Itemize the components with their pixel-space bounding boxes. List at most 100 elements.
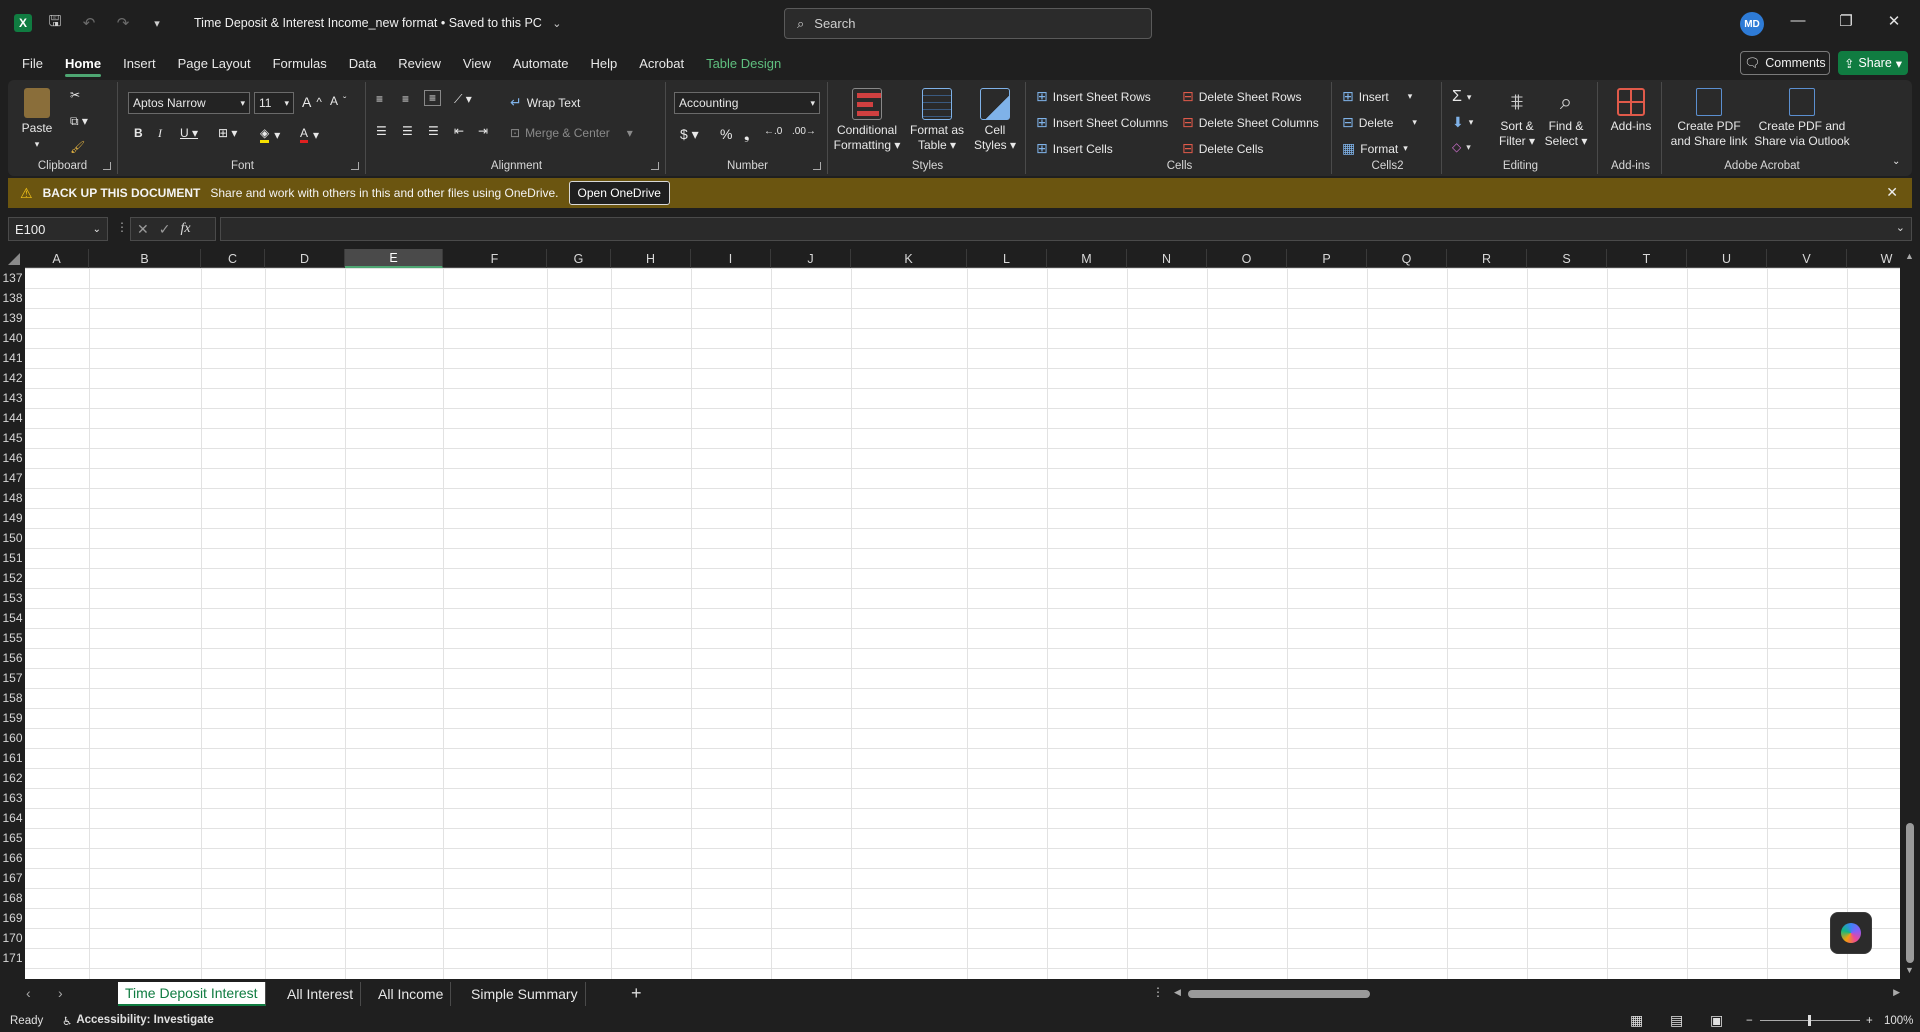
column-header-e[interactable]: E: [345, 249, 443, 268]
column-header-u[interactable]: U: [1687, 249, 1767, 268]
prev-sheet-icon[interactable]: ‹: [26, 985, 31, 1001]
row-header-141[interactable]: 141: [0, 348, 25, 368]
normal-view-icon[interactable]: ▦: [1630, 1012, 1643, 1029]
align-middle-icon[interactable]: ≡: [402, 92, 409, 106]
column-header-l[interactable]: L: [967, 249, 1047, 268]
italic-icon[interactable]: I: [158, 126, 162, 141]
number-launcher-icon[interactable]: [813, 162, 821, 170]
row-header-144[interactable]: 144: [0, 408, 25, 428]
share-button[interactable]: ⇪ Share ▾: [1838, 51, 1908, 75]
row-header-164[interactable]: 164: [0, 808, 25, 828]
column-header-s[interactable]: S: [1527, 249, 1607, 268]
tab-automate[interactable]: Automate: [513, 50, 569, 77]
row-header-152[interactable]: 152: [0, 568, 25, 588]
sheet-tab-all-income[interactable]: All Income: [371, 982, 452, 1006]
column-header-h[interactable]: H: [611, 249, 691, 268]
title-chevron-down-icon[interactable]: ⌄: [546, 17, 568, 30]
enter-formula-icon[interactable]: ✓: [159, 221, 171, 238]
paste-button[interactable]: Paste ▾: [18, 88, 56, 152]
row-header-147[interactable]: 147: [0, 468, 25, 488]
cell-area[interactable]: [25, 268, 1900, 979]
row-header-169[interactable]: 169: [0, 908, 25, 928]
bold-icon[interactable]: B: [134, 126, 143, 140]
row-header-162[interactable]: 162: [0, 768, 25, 788]
vertical-scrollbar[interactable]: ▲ ▼: [1900, 249, 1920, 979]
column-header-g[interactable]: G: [547, 249, 611, 268]
cell-styles-button[interactable]: Cell Styles ▾: [970, 88, 1020, 153]
worksheet-grid[interactable]: ABCDEFGHIJKLMNOPQRSTUVW 137 138 139 140 141 1…: [0, 249, 1920, 979]
redo-icon[interactable]: ↷: [112, 14, 134, 32]
increase-indent-icon[interactable]: ⇥: [478, 124, 488, 138]
zoom-out-icon[interactable]: −: [1746, 1015, 1753, 1027]
align-bottom-icon[interactable]: ≡: [424, 90, 442, 106]
tab-help[interactable]: Help: [591, 50, 618, 77]
sheet-tab-all-interest[interactable]: All Interest: [280, 982, 362, 1006]
row-header-137[interactable]: 137: [0, 268, 25, 288]
comma-icon[interactable]: ❟: [744, 126, 750, 143]
row-header-150[interactable]: 150: [0, 528, 25, 548]
tab-page-layout[interactable]: Page Layout: [178, 50, 251, 77]
cancel-formula-icon[interactable]: ✕: [137, 221, 149, 238]
tab-review[interactable]: Review: [398, 50, 441, 77]
search-input[interactable]: ⌕ Search: [784, 8, 1152, 39]
tab-view[interactable]: View: [463, 50, 491, 77]
column-header-b[interactable]: B: [89, 249, 201, 268]
collapse-ribbon-icon[interactable]: ⌄: [1892, 156, 1900, 167]
align-top-icon[interactable]: ≡: [376, 92, 383, 106]
close-notification-icon[interactable]: ✕: [1886, 184, 1898, 201]
row-header-170[interactable]: 170: [0, 928, 25, 948]
accessibility-status[interactable]: ♿ Accessibility: Investigate: [62, 1014, 214, 1028]
undo-icon[interactable]: ↶: [78, 14, 100, 32]
column-header-c[interactable]: C: [201, 249, 265, 268]
addins-button[interactable]: Add-ins: [1606, 88, 1656, 134]
column-header-o[interactable]: O: [1207, 249, 1287, 268]
name-box[interactable]: E100 ⌄: [8, 217, 108, 241]
tab-home[interactable]: Home: [64, 50, 102, 77]
clipboard-launcher-icon[interactable]: [103, 162, 111, 170]
column-header-t[interactable]: T: [1607, 249, 1687, 268]
row-header-158[interactable]: 158: [0, 688, 25, 708]
cut-icon[interactable]: ✂: [70, 88, 80, 102]
create-pdf-share-link-button[interactable]: Create PDF and Share link: [1668, 88, 1750, 149]
tab-file[interactable]: File: [22, 50, 43, 77]
number-format-select[interactable]: Accounting ▾: [674, 92, 820, 114]
underline-icon[interactable]: U ▾: [180, 126, 198, 140]
row-header-151[interactable]: 151: [0, 548, 25, 568]
row-header-165[interactable]: 165: [0, 828, 25, 848]
conditional-formatting-button[interactable]: Conditional Formatting ▾: [832, 88, 902, 153]
orientation-icon[interactable]: ⟋ ▾: [454, 92, 472, 107]
save-icon[interactable]: 🖫: [44, 11, 66, 36]
scroll-left-icon[interactable]: ◀: [1174, 987, 1181, 998]
increase-decimal-icon[interactable]: ←.0: [764, 126, 782, 137]
delete-sheet-columns-button[interactable]: ⊟ Delete Sheet Columns: [1182, 114, 1319, 131]
row-header-149[interactable]: 149: [0, 508, 25, 528]
row-header-140[interactable]: 140: [0, 328, 25, 348]
increase-font-icon[interactable]: A ^: [302, 94, 322, 110]
create-pdf-outlook-button[interactable]: Create PDF and Share via Outlook: [1754, 88, 1850, 149]
tab-data[interactable]: Data: [349, 50, 376, 77]
decrease-font-icon[interactable]: Aˇ: [330, 94, 346, 108]
row-header-156[interactable]: 156: [0, 648, 25, 668]
find-select-button[interactable]: ⌕ Find & Select ▾: [1542, 88, 1590, 149]
open-onedrive-button[interactable]: Open OneDrive: [568, 181, 670, 205]
row-header-153[interactable]: 153: [0, 588, 25, 608]
close-icon[interactable]: ✕: [1884, 12, 1904, 30]
tab-acrobat[interactable]: Acrobat: [639, 50, 684, 77]
wrap-text-button[interactable]: ↵ Wrap Text: [510, 94, 580, 111]
insert-button[interactable]: ⊞ Insert ▾: [1342, 88, 1412, 105]
fill-color-icon[interactable]: ◈ ▾: [260, 126, 280, 143]
alignment-launcher-icon[interactable]: [651, 162, 659, 170]
column-header-k[interactable]: K: [851, 249, 967, 268]
delete-cells-button[interactable]: ⊟ Delete Cells: [1182, 140, 1263, 157]
next-sheet-icon[interactable]: ›: [58, 985, 63, 1001]
zoom-slider[interactable]: [1760, 1015, 1860, 1026]
delete-button[interactable]: ⊟ Delete ▾: [1342, 114, 1417, 131]
borders-icon[interactable]: ⊞ ▾: [218, 126, 237, 140]
expand-formula-bar-icon[interactable]: ⌄: [1896, 221, 1905, 234]
format-as-table-button[interactable]: Format as Table ▾: [906, 88, 968, 153]
name-box-chevron-icon[interactable]: ⌄: [93, 224, 101, 235]
align-right-icon[interactable]: ☰: [428, 124, 439, 138]
insert-sheet-columns-button[interactable]: ⊞ Insert Sheet Columns: [1036, 114, 1168, 131]
minimize-icon[interactable]: —: [1788, 12, 1808, 29]
tab-insert[interactable]: Insert: [123, 50, 156, 77]
